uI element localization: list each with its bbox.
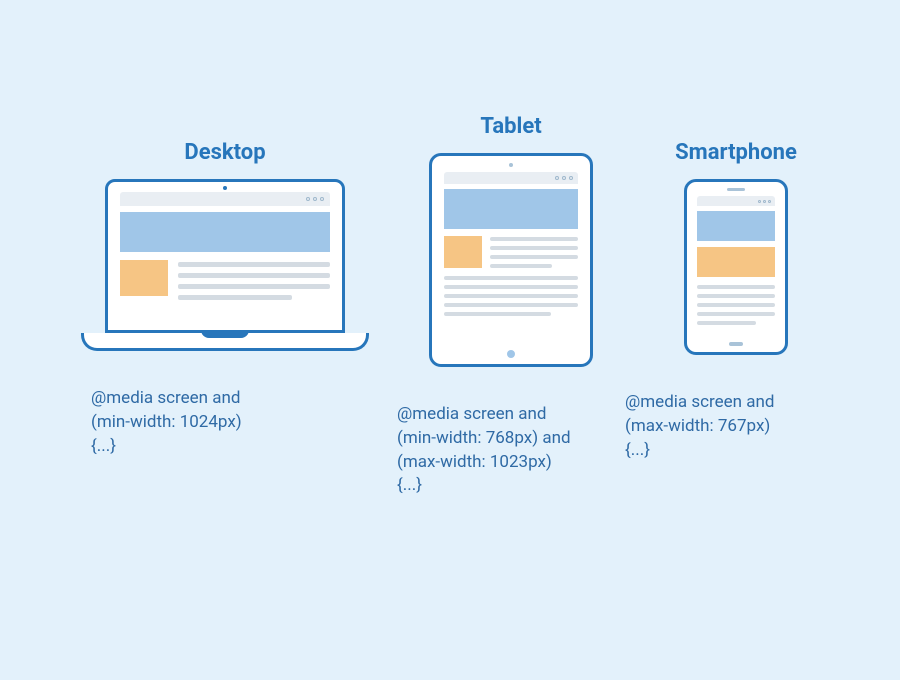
- laptop-lid: [105, 179, 345, 333]
- tablet-home-button-icon: [507, 350, 515, 358]
- desktop-media-query: @media screen and (min-width: 1024px) {.…: [91, 387, 311, 458]
- text-lines-icon: [490, 236, 578, 268]
- text-lines-icon: [178, 260, 330, 300]
- smartphone-column: Smartphone @media screen and (max-widt: [657, 140, 815, 462]
- browser-toolbar-icon: [120, 192, 330, 206]
- responsive-breakpoints-diagram: Desktop: [0, 0, 900, 680]
- hero-block-icon: [444, 189, 578, 229]
- hero-block-icon: [697, 211, 775, 241]
- text-lines-icon: [697, 285, 775, 325]
- tablet-title: Tablet: [480, 114, 541, 139]
- laptop-base: [81, 333, 369, 351]
- browser-toolbar-icon: [697, 196, 775, 206]
- tablet-camera-icon: [509, 163, 513, 167]
- laptop-screen: [120, 192, 330, 320]
- smartphone-media-query: @media screen and (max-width: 767px) {..…: [625, 391, 815, 462]
- tablet-screen: [444, 172, 578, 346]
- thumbnail-block-icon: [444, 236, 482, 268]
- laptop-camera-icon: [223, 186, 227, 190]
- browser-toolbar-icon: [444, 172, 578, 184]
- desktop-column: Desktop: [85, 140, 365, 458]
- laptop-illustration: [85, 179, 365, 351]
- text-lines-icon: [444, 276, 578, 316]
- smartphone-title: Smartphone: [675, 140, 797, 165]
- thumbnail-block-icon: [697, 247, 775, 277]
- smartphone-illustration: [684, 179, 788, 355]
- phone-speaker-icon: [727, 188, 745, 191]
- phone-screen: [697, 196, 775, 336]
- tablet-column: Tablet: [415, 140, 607, 498]
- hero-block-icon: [120, 212, 330, 252]
- thumbnail-block-icon: [120, 260, 168, 296]
- tablet-illustration: [429, 153, 593, 367]
- tablet-media-query: @media screen and (min-width: 768px) and…: [397, 403, 607, 498]
- phone-home-button-icon: [729, 342, 743, 346]
- desktop-title: Desktop: [184, 140, 265, 165]
